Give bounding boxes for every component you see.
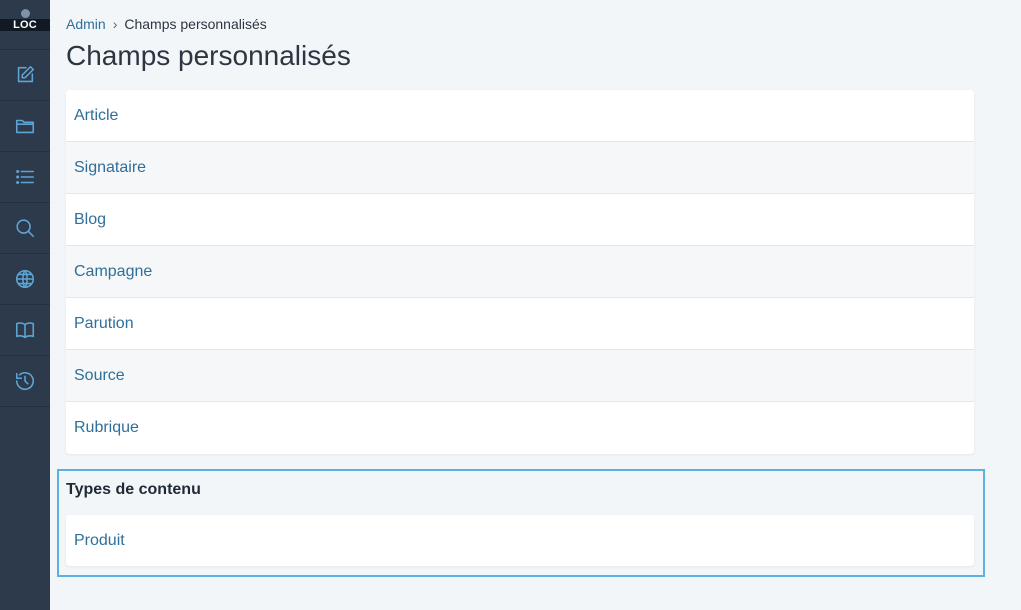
sidebar-item-search[interactable]	[0, 203, 50, 254]
breadcrumb: Admin › Champs personnalisés	[66, 16, 267, 32]
sidebar-item-history[interactable]	[0, 356, 50, 407]
sidebar-item-folder[interactable]	[0, 101, 50, 152]
page-title: Champs personnalisés	[66, 40, 351, 71]
sidebar-item-book[interactable]	[0, 305, 50, 356]
sidebar-item-list[interactable]	[0, 152, 50, 203]
history-icon	[15, 372, 35, 390]
list-item-rubrique[interactable]: Rubrique	[66, 402, 974, 454]
list-icon	[16, 169, 35, 185]
book-icon	[15, 322, 35, 339]
logo-text: LOC	[13, 18, 37, 31]
breadcrumb-separator: ›	[112, 16, 118, 32]
folder-icon	[15, 119, 35, 134]
sidebar-item-globe[interactable]	[0, 254, 50, 305]
app-logo[interactable]: LOC	[0, 0, 50, 50]
globe-icon	[15, 269, 35, 289]
list-item-parution[interactable]: Parution	[66, 298, 974, 350]
content-types-title: Types de contenu	[66, 481, 201, 498]
edit-icon	[17, 65, 35, 83]
list-item-blog[interactable]: Blog	[66, 194, 974, 246]
list-item-source[interactable]: Source	[66, 350, 974, 402]
list-item-signataire[interactable]: Signataire	[66, 142, 974, 194]
sidebar-item-edit[interactable]	[0, 50, 50, 101]
content-type-item-produit[interactable]: Produit	[66, 515, 974, 566]
content-types-section: Types de contenu Produit	[57, 469, 985, 577]
custom-fields-list: Article Signataire Blog Campagne Parutio…	[66, 90, 974, 454]
sidebar: LOC	[0, 0, 50, 610]
search-icon	[16, 219, 35, 238]
logo-mark	[21, 9, 30, 18]
list-item-campagne[interactable]: Campagne	[66, 246, 974, 298]
breadcrumb-admin-link[interactable]: Admin	[66, 16, 106, 32]
breadcrumb-current: Champs personnalisés	[124, 16, 267, 32]
list-item-article[interactable]: Article	[66, 90, 974, 142]
